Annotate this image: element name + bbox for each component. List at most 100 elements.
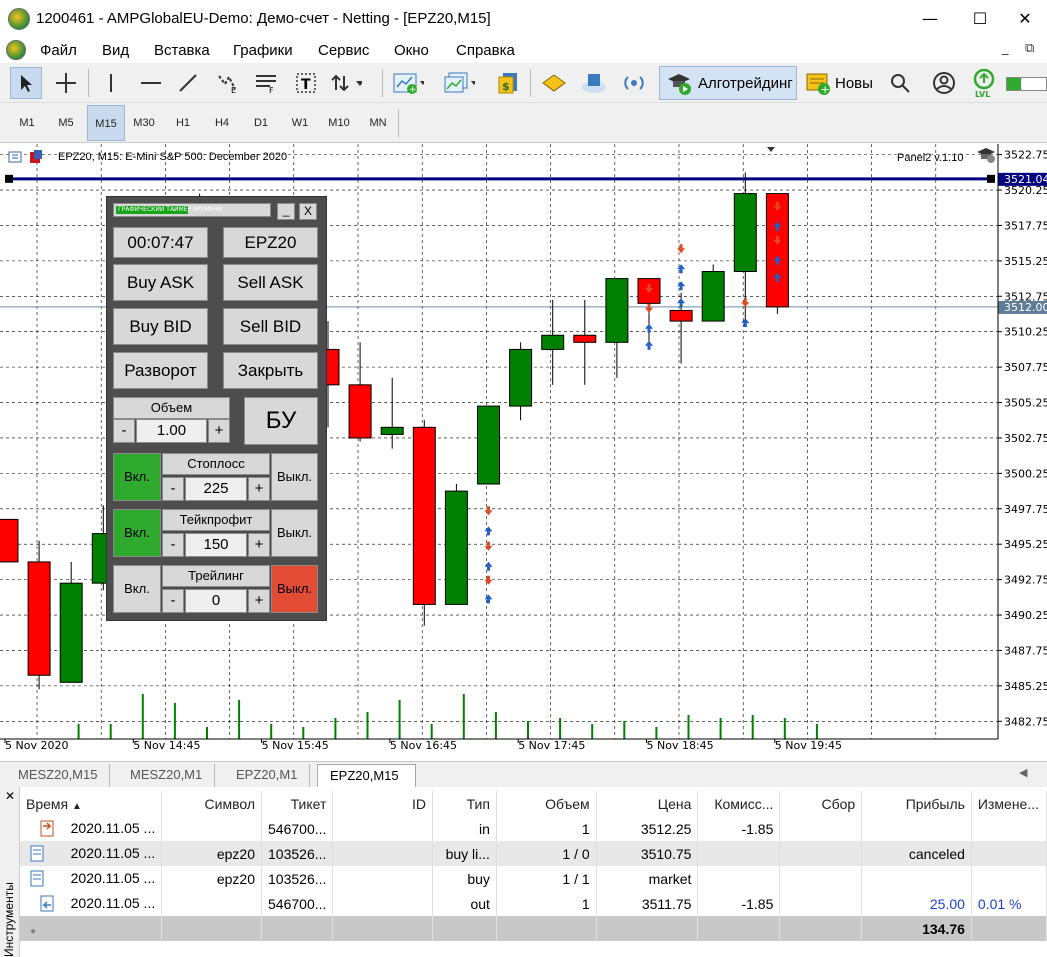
col-time[interactable]: Время ▲: [20, 791, 163, 816]
elliott-icon[interactable]: E: [212, 67, 244, 99]
cursor-icon[interactable]: [10, 67, 42, 99]
mdi-logo-icon[interactable]: [6, 40, 26, 60]
tf-m15[interactable]: M15: [87, 105, 125, 141]
fibonacci-icon[interactable]: F: [250, 67, 282, 99]
new-order-button[interactable]: + Новы: [805, 66, 877, 100]
col-price[interactable]: Цена: [596, 791, 699, 816]
tf-d1[interactable]: D1: [242, 105, 280, 141]
col-profit[interactable]: Прибыль: [861, 791, 972, 816]
volume-input[interactable]: 1.00: [136, 419, 207, 443]
chart-shift-marker-icon[interactable]: [767, 147, 775, 152]
mdi-restore-button[interactable]: ⧉: [1025, 41, 1034, 56]
stoploss-minus-button[interactable]: -: [162, 477, 184, 501]
col-symbol[interactable]: Символ: [161, 791, 263, 816]
tf-m1[interactable]: M1: [8, 105, 46, 141]
takeprofit-off-button[interactable]: Выкл.: [271, 509, 318, 557]
trailing-off-button[interactable]: Выкл.: [271, 565, 318, 613]
experts-icon[interactable]: [538, 67, 570, 99]
tf-mn[interactable]: MN: [359, 105, 397, 141]
takeprofit-plus-button[interactable]: +: [248, 533, 270, 557]
templates-icon[interactable]: [443, 67, 475, 99]
menu-tools[interactable]: Сервис: [318, 42, 369, 59]
stoploss-plus-button[interactable]: +: [248, 477, 270, 501]
volume-plus-button[interactable]: +: [208, 419, 230, 443]
takeprofit-minus-button[interactable]: -: [162, 533, 184, 557]
tf-h1[interactable]: H1: [164, 105, 202, 141]
trendline-icon[interactable]: [172, 67, 204, 99]
reverse-button[interactable]: Разворот: [113, 352, 208, 389]
stoploss-on-button[interactable]: Вкл.: [113, 453, 161, 501]
panel-close-button[interactable]: X: [299, 203, 317, 220]
algo-trading-button[interactable]: Алготрейдинг: [659, 66, 797, 100]
window-close-button[interactable]: ✕: [1003, 4, 1047, 34]
table-row[interactable]: 2020.11.05 ... 546700... out 1 3511.75 -…: [20, 891, 1047, 916]
table-row[interactable]: 2020.11.05 ... epz20 103526... buy li...…: [20, 841, 1047, 866]
col-change[interactable]: Измене...: [971, 791, 1047, 816]
window-minimize-button[interactable]: —: [908, 4, 952, 34]
tf-m10[interactable]: M10: [320, 105, 358, 141]
horizontal-line-icon[interactable]: [135, 67, 167, 99]
tf-w1[interactable]: W1: [281, 105, 319, 141]
level-icon[interactable]: LVL: [968, 67, 1000, 99]
trailing-minus-button[interactable]: -: [162, 589, 184, 613]
col-commission[interactable]: Комисс...: [697, 791, 781, 816]
trailing-input[interactable]: 0: [185, 589, 247, 613]
mdi-minimize-button[interactable]: _: [1002, 41, 1009, 56]
stoploss-off-button[interactable]: Выкл.: [271, 453, 318, 501]
trading-panel[interactable]: ГРАФИЧЕСКИЙ ТАЙМЕР ВРЕМЕНИ _ X 00:07:47 …: [106, 196, 327, 621]
row-commission: -1.85: [697, 816, 781, 841]
toolbox-close-icon[interactable]: ✕: [5, 789, 15, 803]
col-type[interactable]: Тип: [432, 791, 497, 816]
col-fee[interactable]: Сбор: [779, 791, 863, 816]
tab-mesz20-m15[interactable]: MESZ20,M15: [6, 764, 111, 787]
tf-m5[interactable]: M5: [47, 105, 85, 141]
trailing-plus-button[interactable]: +: [248, 589, 270, 613]
tf-h4[interactable]: H4: [203, 105, 241, 141]
breakeven-button[interactable]: БУ: [244, 397, 318, 445]
panel-title-bar[interactable]: ГРАФИЧЕСКИЙ ТАЙМЕР ВРЕМЕНИ: [113, 203, 271, 217]
volume-minus-button[interactable]: -: [113, 419, 135, 443]
table-row[interactable]: 2020.11.05 ... epz20 103526... buy 1 / 1…: [20, 866, 1047, 891]
tabs-scroll-left-icon[interactable]: ◀: [1019, 766, 1027, 779]
arrow-stem: [647, 345, 651, 350]
crosshair-icon[interactable]: [50, 67, 82, 99]
close-position-button[interactable]: Закрыть: [223, 352, 318, 389]
buy-ask-button[interactable]: Buy ASK: [113, 264, 208, 301]
row-fee: [779, 891, 863, 916]
tab-mesz20-m1[interactable]: MESZ20,M1: [118, 764, 216, 787]
signals-icon[interactable]: [618, 67, 650, 99]
sell-bid-button[interactable]: Sell BID: [223, 308, 318, 345]
takeprofit-input[interactable]: 150: [185, 533, 247, 557]
menu-view[interactable]: Вид: [102, 42, 129, 59]
hline-handle-left[interactable]: [5, 174, 13, 183]
new-chart-icon[interactable]: +: [392, 67, 424, 99]
panel-minimize-button[interactable]: _: [277, 203, 295, 220]
col-ticket[interactable]: Тикет: [261, 791, 334, 816]
hline-handle-right[interactable]: [987, 174, 995, 183]
table-row[interactable]: 2020.11.05 ... 546700... in 1 3512.25 -1…: [20, 816, 1047, 841]
menu-file[interactable]: Файл: [40, 42, 77, 59]
col-id[interactable]: ID: [332, 791, 433, 816]
vertical-line-icon[interactable]: [95, 67, 127, 99]
chart-symbol-header: EPZ20, M15: E-Mini S&P 500: December 202…: [58, 151, 288, 163]
buy-bid-button[interactable]: Buy BID: [113, 308, 208, 345]
sell-ask-button[interactable]: Sell ASK: [223, 264, 318, 301]
window-maximize-button[interactable]: ☐: [958, 4, 1002, 34]
account-icon[interactable]: [928, 67, 960, 99]
stoploss-input[interactable]: 225: [185, 477, 247, 501]
vps-icon[interactable]: [578, 67, 610, 99]
menu-window[interactable]: Окно: [394, 42, 429, 59]
menu-insert[interactable]: Вставка: [154, 42, 210, 59]
tab-epz20-m1[interactable]: EPZ20,M1: [224, 764, 311, 787]
menu-help[interactable]: Справка: [456, 42, 515, 59]
text-tool-icon[interactable]: T: [290, 67, 322, 99]
arrows-icon[interactable]: [330, 67, 362, 99]
tab-epz20-m15[interactable]: EPZ20,M15: [317, 764, 416, 787]
tf-m30[interactable]: M30: [125, 105, 163, 141]
search-icon[interactable]: [884, 67, 916, 99]
menu-charts[interactable]: Графики: [233, 42, 293, 59]
col-volume[interactable]: Объем: [496, 791, 597, 816]
market-watch-icon[interactable]: $: [494, 67, 526, 99]
trailing-on-button[interactable]: Вкл.: [113, 565, 161, 613]
takeprofit-on-button[interactable]: Вкл.: [113, 509, 161, 557]
